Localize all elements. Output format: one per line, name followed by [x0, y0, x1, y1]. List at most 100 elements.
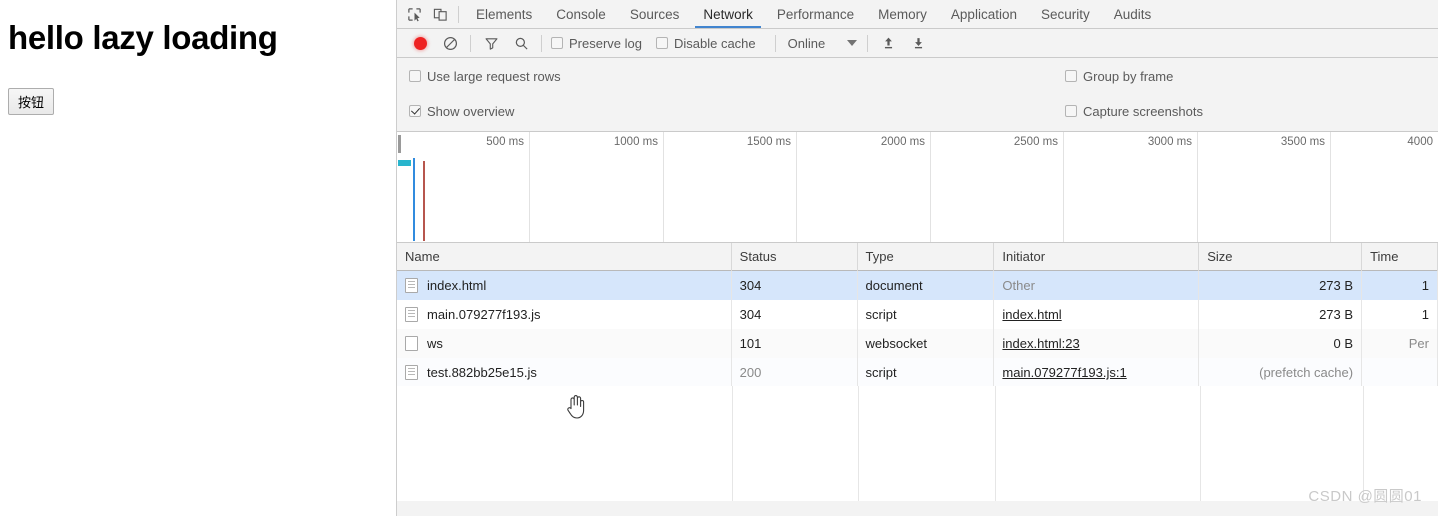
cell-type: script	[858, 358, 995, 387]
overview-tick: 2000 ms	[797, 132, 931, 242]
toolbar-divider-4	[867, 34, 869, 52]
search-button[interactable]	[506, 31, 536, 55]
tab-label: Sources	[629, 7, 680, 22]
checkbox-box	[551, 37, 563, 49]
column-header-size[interactable]: Size	[1199, 242, 1363, 271]
toolbar-divider-3	[774, 34, 776, 52]
overview-tick-label: 1500 ms	[746, 136, 791, 148]
table-row[interactable]: test.882bb25e15.js 200 script main.07927…	[397, 358, 1438, 387]
page-title: hello lazy loading	[8, 19, 278, 56]
network-overview-timeline[interactable]: 500 ms 1000 ms 1500 ms 2000 ms 2500 ms 3…	[397, 132, 1438, 243]
throttling-value: Online	[787, 35, 826, 51]
column-header-name[interactable]: Name	[397, 242, 732, 271]
overview-tick-label: 4000	[1407, 136, 1433, 148]
tab-label: Application	[950, 7, 1017, 22]
column-divider	[732, 386, 733, 501]
network-toolbar: Preserve log Disable cache Online	[397, 29, 1438, 58]
cell-time: 1	[1362, 271, 1438, 300]
tab-label: Performance	[776, 7, 855, 22]
table-row[interactable]: index.html 304 document Other 273 B 1	[397, 271, 1438, 300]
table-row[interactable]: main.079277f193.js 304 script index.html…	[397, 300, 1438, 329]
overview-tick: 4000	[1331, 132, 1438, 242]
cell-size: 0 B	[1199, 329, 1363, 358]
export-har-icon	[914, 38, 922, 49]
tab-security[interactable]: Security	[1029, 0, 1102, 28]
record-button[interactable]	[405, 31, 435, 55]
overview-tick-label: 2000 ms	[880, 136, 925, 148]
overview-tick: 3000 ms	[1064, 132, 1198, 242]
preserve-log-label: Preserve log	[569, 35, 642, 51]
export-har-button[interactable]	[903, 31, 933, 55]
overview-tick: 500 ms	[397, 132, 530, 242]
column-header-initiator[interactable]: Initiator	[994, 242, 1200, 271]
page-action-button[interactable]: 按钮	[8, 88, 55, 115]
tab-label: Memory	[878, 7, 927, 22]
capture-screenshots-label: Capture screenshots	[1083, 103, 1203, 119]
tab-label: Network	[703, 7, 753, 22]
show-overview-checkbox[interactable]: Show overview	[409, 104, 514, 119]
cell-initiator: Other	[994, 271, 1200, 300]
overview-request-bar	[398, 160, 411, 166]
cell-name: ws	[397, 329, 732, 358]
script-file-icon	[405, 365, 418, 380]
toolbar-divider-2	[541, 34, 542, 52]
table-row[interactable]: ws 101 websocket index.html:23 0 B Per	[397, 329, 1438, 358]
network-settings-rows: Use large request rows Group by frame Sh…	[397, 58, 1438, 132]
toolbar-divider	[470, 34, 471, 52]
capture-screenshots-checkbox[interactable]: Capture screenshots	[1065, 104, 1203, 119]
tab-label: Security	[1040, 7, 1090, 22]
tab-memory[interactable]: Memory	[866, 0, 939, 28]
settings-row-2: Show overview Capture screenshots	[397, 99, 1438, 123]
tab-application[interactable]: Application	[939, 0, 1029, 28]
tab-audits[interactable]: Audits	[1102, 0, 1164, 28]
initiator-link[interactable]: index.html:23	[1002, 329, 1079, 358]
tab-console[interactable]: Console	[544, 0, 618, 28]
tab-elements[interactable]: Elements	[464, 0, 544, 28]
column-header-time[interactable]: Time	[1362, 242, 1438, 271]
cell-time	[1362, 358, 1438, 387]
overview-tick: 3500 ms	[1198, 132, 1331, 242]
dom-content-loaded-line	[413, 158, 415, 241]
cell-name: main.079277f193.js	[397, 300, 732, 329]
cell-initiator: index.html	[994, 300, 1200, 329]
filter-funnel-icon	[485, 37, 497, 50]
tab-label: Console	[556, 7, 606, 22]
inspect-element-icon[interactable]	[401, 2, 427, 26]
clear-button[interactable]	[435, 31, 465, 55]
filter-button[interactable]	[476, 31, 506, 55]
initiator-link[interactable]: index.html	[1002, 300, 1061, 329]
cell-status: 304	[732, 300, 858, 329]
load-event-line	[423, 161, 425, 241]
cell-type: document	[858, 271, 995, 300]
overview-tick-label: 2500 ms	[1013, 136, 1058, 148]
screenshot-root: hello lazy loading 按钮 Elements Console S…	[0, 0, 1438, 516]
column-header-type[interactable]: Type	[858, 242, 995, 271]
throttling-dropdown[interactable]: Online	[788, 36, 858, 51]
request-name: test.882bb25e15.js	[427, 365, 537, 380]
requests-table-empty-area	[397, 386, 1438, 501]
document-file-icon	[405, 278, 418, 293]
disable-cache-checkbox[interactable]: Disable cache	[655, 36, 756, 51]
column-header-status[interactable]: Status	[732, 242, 858, 271]
checkbox-box	[409, 70, 421, 82]
devtools-tabbar: Elements Console Sources Network Perform…	[397, 0, 1438, 29]
column-divider	[858, 386, 859, 501]
preserve-log-checkbox[interactable]: Preserve log	[551, 36, 642, 51]
toggle-device-toolbar-icon[interactable]	[427, 2, 453, 26]
requests-table-header: Name Status Type Initiator Size Time	[397, 242, 1438, 271]
column-divider	[1363, 386, 1364, 501]
tab-sources[interactable]: Sources	[618, 0, 692, 28]
web-page-viewport: hello lazy loading 按钮	[0, 0, 396, 516]
cell-status: 200	[732, 358, 858, 387]
import-har-button[interactable]	[873, 31, 903, 55]
initiator-link[interactable]: main.079277f193.js:1	[1002, 358, 1126, 387]
group-by-frame-checkbox[interactable]: Group by frame	[1065, 69, 1173, 84]
overview-tick: 1000 ms	[530, 132, 664, 242]
tab-network[interactable]: Network	[691, 0, 765, 28]
cell-type: script	[858, 300, 995, 329]
use-large-request-rows-checkbox[interactable]: Use large request rows	[409, 69, 561, 84]
cell-initiator: main.079277f193.js:1	[994, 358, 1200, 387]
requests-table: Name Status Type Initiator Size Time ind…	[397, 242, 1438, 501]
request-name: ws	[427, 336, 443, 351]
tab-performance[interactable]: Performance	[765, 0, 866, 28]
